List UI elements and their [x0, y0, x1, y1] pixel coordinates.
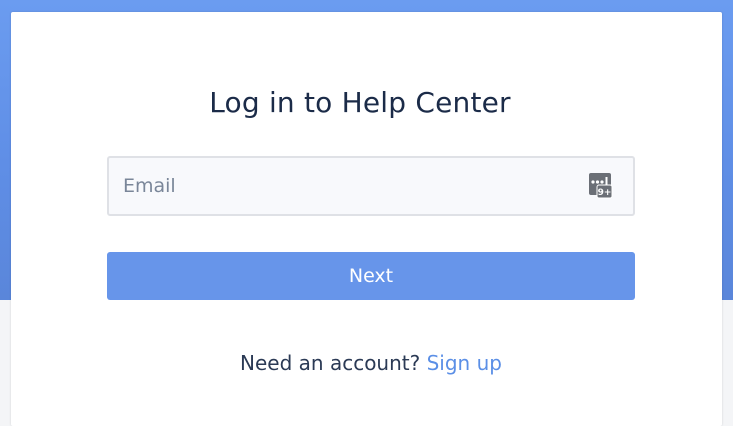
page-title: Log in to Help Center — [209, 86, 511, 119]
email-field[interactable] — [109, 158, 579, 214]
next-button[interactable]: Next — [107, 252, 635, 300]
signup-row: Need an account? Sign up — [0, 351, 733, 375]
sign-up-link[interactable]: Sign up — [427, 351, 502, 375]
signup-prompt: Need an account? — [240, 351, 427, 375]
password-manager-badge: 9+ — [598, 188, 612, 198]
email-field-container: 9+ — [107, 156, 635, 216]
password-manager-icon[interactable]: 9+ — [589, 173, 613, 199]
login-dialog: Log in to Help Center 9+ Next Need an ac… — [11, 12, 722, 426]
